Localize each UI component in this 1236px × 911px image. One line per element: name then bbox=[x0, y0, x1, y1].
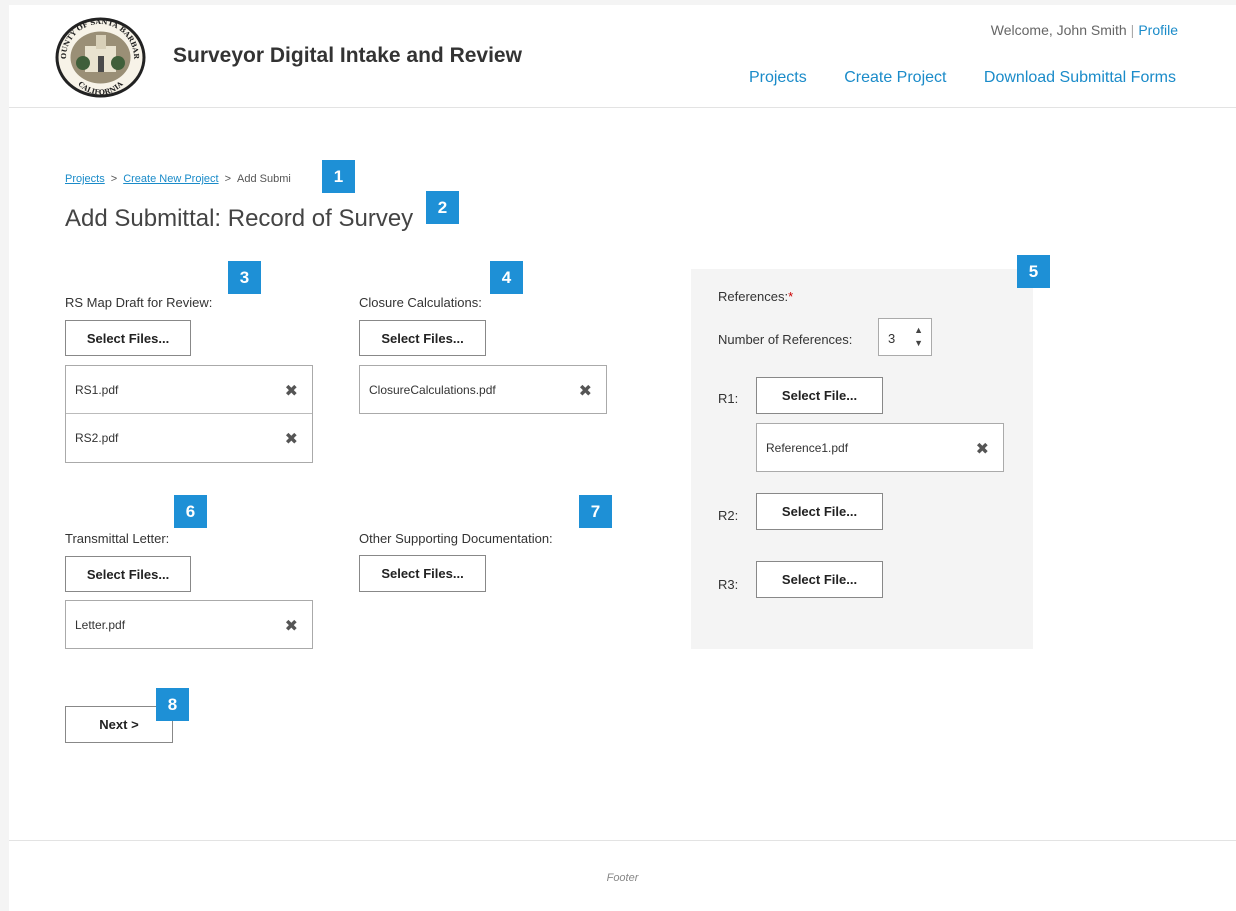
reference-label-r2: R2: bbox=[718, 508, 739, 523]
nav-download-submittal-forms[interactable]: Download Submittal Forms bbox=[984, 69, 1176, 86]
transmittal-letter-label: Transmittal Letter: bbox=[65, 531, 170, 546]
caret-down-icon[interactable]: ▼ bbox=[914, 338, 923, 348]
file-name: RS2.pdf bbox=[75, 431, 119, 445]
reference-r1-file-list: Reference1.pdf ✖ bbox=[756, 423, 1004, 472]
file-row: Reference1.pdf ✖ bbox=[757, 424, 1003, 472]
number-of-references-stepper[interactable]: 3 ▲ ▼ bbox=[878, 318, 932, 356]
stepper-value: 3 bbox=[888, 331, 896, 346]
closure-file-list: ClosureCalculations.pdf ✖ bbox=[359, 365, 607, 414]
callout-badge-8: 8 bbox=[156, 688, 189, 721]
references-panel: References:* Number of References: 3 ▲ ▼… bbox=[691, 269, 1033, 649]
welcome-bar: Welcome, John Smith | Profile bbox=[991, 22, 1178, 38]
breadcrumb-separator: > bbox=[224, 173, 231, 185]
breadcrumb: Projects > Create New Project > Add Submi bbox=[65, 173, 291, 185]
rs-map-select-files-button[interactable]: Select Files... bbox=[65, 320, 191, 356]
callout-badge-5: 5 bbox=[1017, 255, 1050, 288]
number-of-references-label: Number of References: bbox=[718, 332, 853, 347]
remove-file-icon[interactable]: ✖ bbox=[285, 616, 298, 636]
footer: Footer bbox=[9, 840, 1236, 911]
transmittal-select-files-button[interactable]: Select Files... bbox=[65, 556, 191, 592]
file-name: RS1.pdf bbox=[75, 383, 119, 397]
references-title-text: References: bbox=[718, 289, 789, 304]
remove-file-icon[interactable]: ✖ bbox=[285, 429, 298, 449]
transmittal-file-list: Letter.pdf ✖ bbox=[65, 600, 313, 649]
callout-badge-7: 7 bbox=[579, 495, 612, 528]
file-row: RS1.pdf ✖ bbox=[66, 366, 312, 414]
callout-badge-4: 4 bbox=[490, 261, 523, 294]
breadcrumb-create-new-project[interactable]: Create New Project bbox=[123, 173, 218, 185]
welcome-separator: | bbox=[1130, 22, 1135, 38]
callout-badge-1: 1 bbox=[322, 160, 355, 193]
file-name: Reference1.pdf bbox=[766, 441, 849, 455]
callout-badge-6: 6 bbox=[174, 495, 207, 528]
nav-create-project[interactable]: Create Project bbox=[844, 69, 946, 86]
file-row: RS2.pdf ✖ bbox=[66, 414, 312, 462]
reference-label-r1: R1: bbox=[718, 391, 739, 406]
caret-up-icon[interactable]: ▲ bbox=[914, 325, 923, 335]
callout-badge-2: 2 bbox=[426, 191, 459, 224]
header: COUNTY OF SANTA BARBARA CALIFORNIA Surve… bbox=[9, 5, 1236, 108]
page-title: Add Submittal: Record of Survey bbox=[65, 205, 414, 232]
file-name: ClosureCalculations.pdf bbox=[369, 383, 496, 397]
remove-file-icon[interactable]: ✖ bbox=[579, 381, 592, 401]
reference-r1-select-file-button[interactable]: Select File... bbox=[756, 377, 883, 414]
closure-calculations-label: Closure Calculations: bbox=[359, 295, 482, 310]
callout-badge-3: 3 bbox=[228, 261, 261, 294]
profile-link[interactable]: Profile bbox=[1138, 22, 1178, 38]
file-row: Letter.pdf ✖ bbox=[66, 601, 312, 649]
app-title: Surveyor Digital Intake and Review bbox=[173, 44, 522, 67]
breadcrumb-projects[interactable]: Projects bbox=[65, 173, 105, 185]
references-title: References:* bbox=[718, 289, 793, 304]
breadcrumb-separator: > bbox=[110, 173, 118, 185]
remove-file-icon[interactable]: ✖ bbox=[976, 439, 989, 459]
rs-map-file-list: RS1.pdf ✖ RS2.pdf ✖ bbox=[65, 365, 313, 463]
other-docs-select-files-button[interactable]: Select Files... bbox=[359, 555, 486, 592]
remove-file-icon[interactable]: ✖ bbox=[285, 381, 298, 401]
other-docs-label: Other Supporting Documentation: bbox=[359, 531, 553, 546]
reference-r2-select-file-button[interactable]: Select File... bbox=[756, 493, 883, 530]
welcome-text: Welcome, John Smith bbox=[990, 22, 1127, 38]
reference-label-r3: R3: bbox=[718, 577, 739, 592]
reference-r3-select-file-button[interactable]: Select File... bbox=[756, 561, 883, 598]
closure-select-files-button[interactable]: Select Files... bbox=[359, 320, 486, 356]
file-name: Letter.pdf bbox=[75, 618, 126, 632]
footer-text: Footer bbox=[606, 872, 639, 884]
rs-map-label: RS Map Draft for Review: bbox=[65, 295, 213, 310]
county-seal-logo: COUNTY OF SANTA BARBARA CALIFORNIA bbox=[52, 16, 146, 98]
file-row: ClosureCalculations.pdf ✖ bbox=[360, 366, 606, 414]
main-nav: Projects Create Project Download Submitt… bbox=[716, 69, 1176, 87]
page: COUNTY OF SANTA BARBARA CALIFORNIA Surve… bbox=[9, 5, 1236, 911]
required-marker: * bbox=[788, 289, 794, 304]
breadcrumb-current: Add Submi bbox=[237, 173, 291, 185]
nav-projects[interactable]: Projects bbox=[749, 69, 807, 86]
